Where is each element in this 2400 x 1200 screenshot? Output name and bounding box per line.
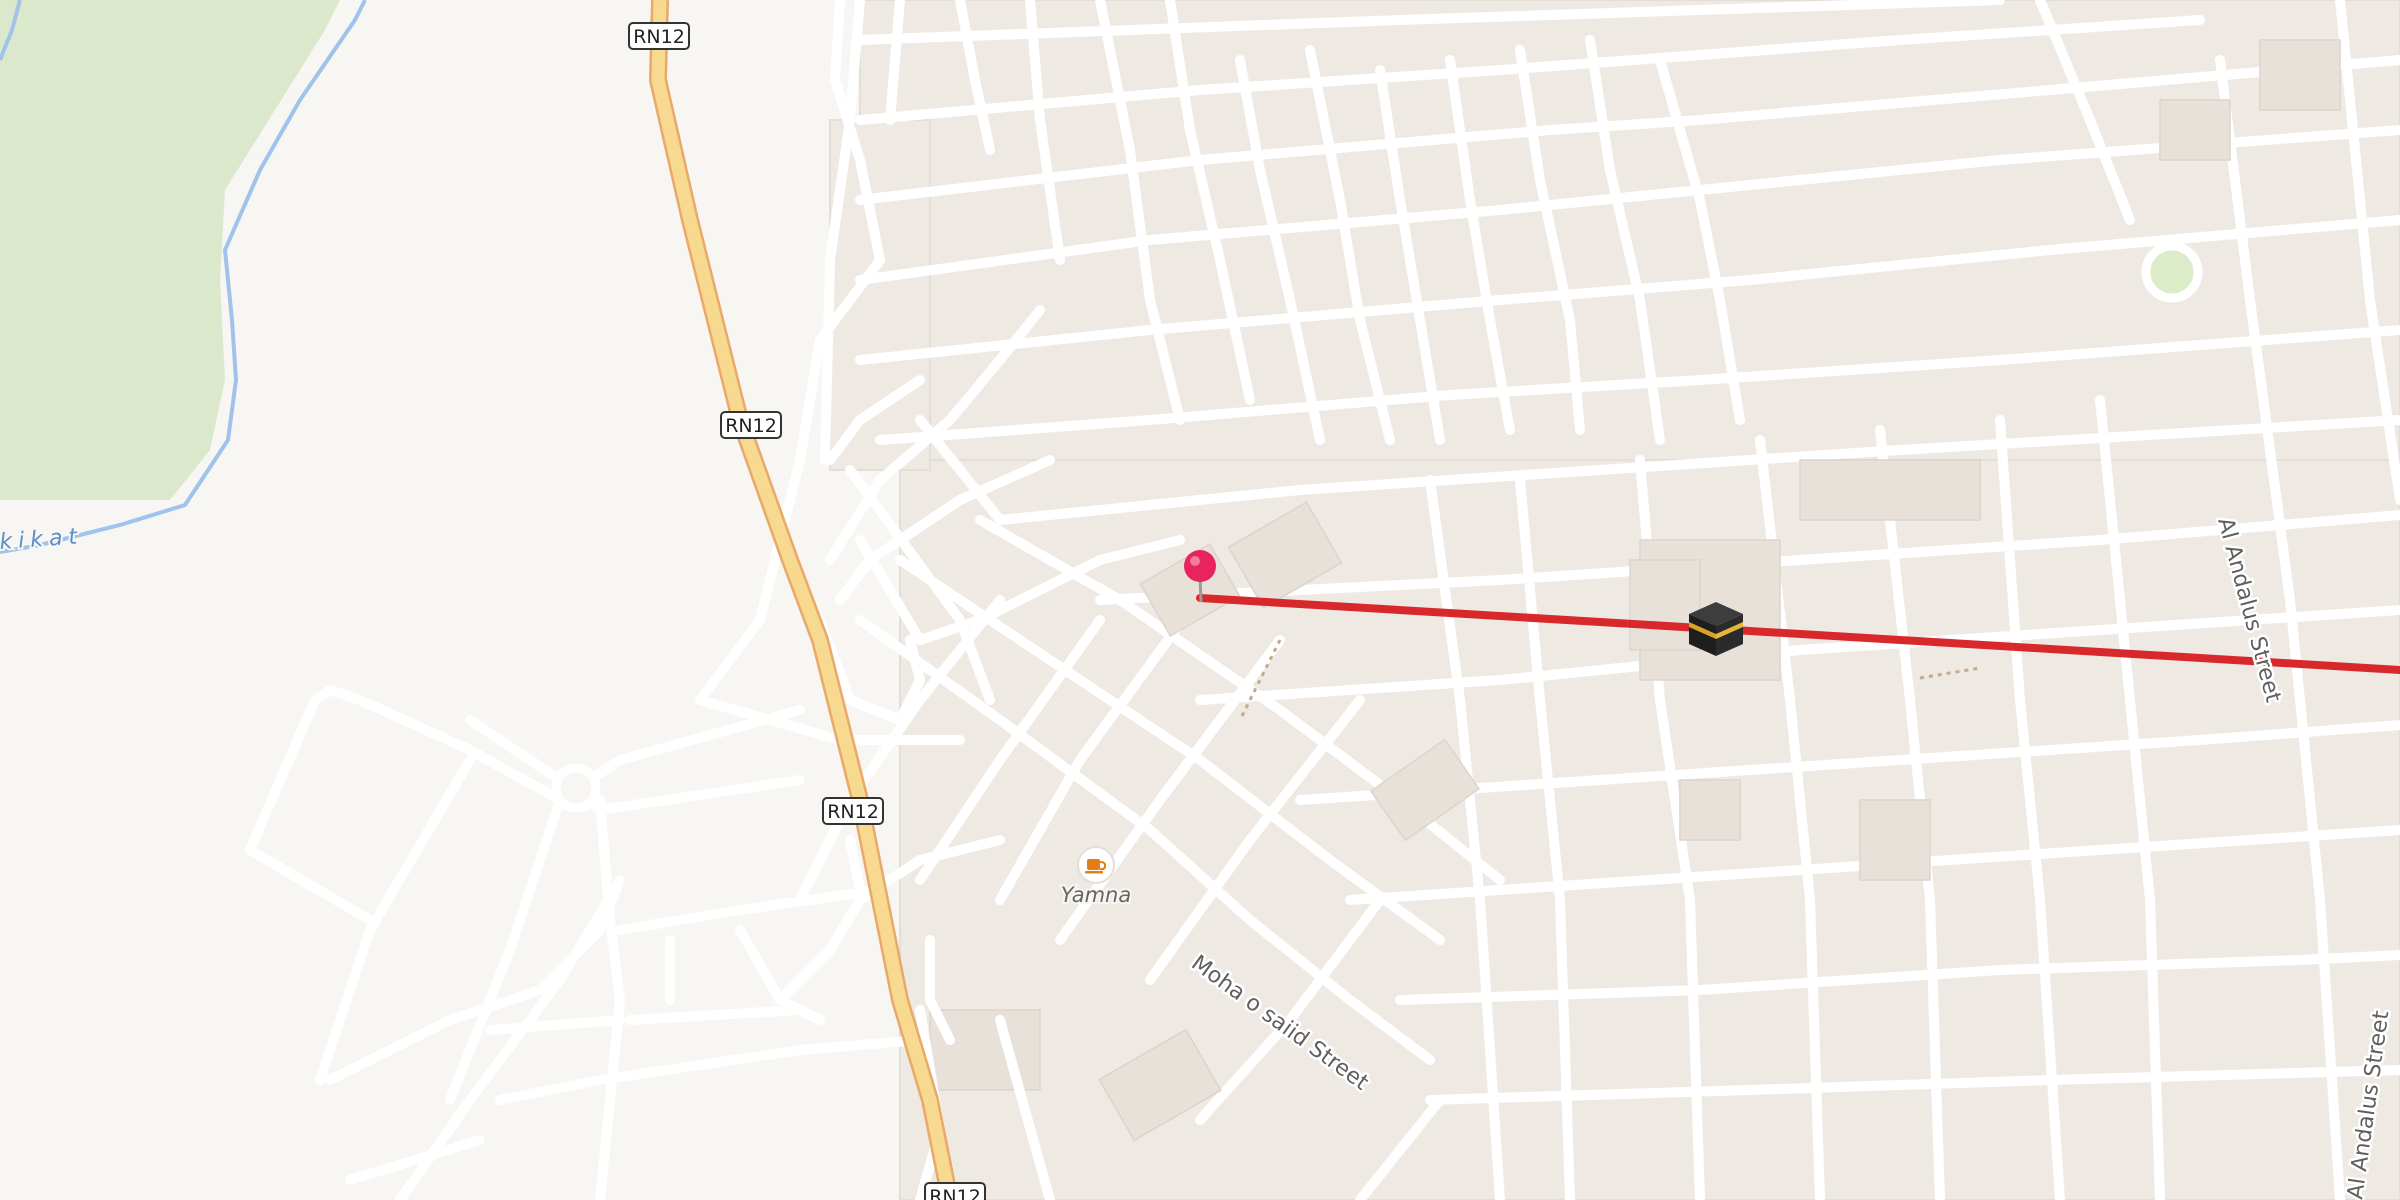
poi-cafe[interactable]	[1077, 846, 1115, 884]
road-shield: RN12	[628, 22, 690, 50]
map-canvas[interactable]: RN12 RN12 RN12 RN12 Al Andalus Street Al…	[0, 0, 2400, 1200]
road-shield: RN12	[924, 1182, 986, 1200]
road-shield: RN12	[822, 797, 884, 825]
svg-text:RN12: RN12	[725, 415, 777, 437]
poi-label: Yamna	[1061, 883, 1131, 907]
road-shield: RN12	[720, 411, 782, 439]
svg-text:RN12: RN12	[633, 26, 685, 48]
svg-text:RN12: RN12	[929, 1186, 981, 1200]
svg-text:RN12: RN12	[827, 801, 879, 823]
waterway-label: kikat	[0, 524, 84, 555]
roundabout-east	[2141, 241, 2203, 303]
park-area	[0, 0, 340, 500]
roundabout-west	[551, 763, 601, 813]
